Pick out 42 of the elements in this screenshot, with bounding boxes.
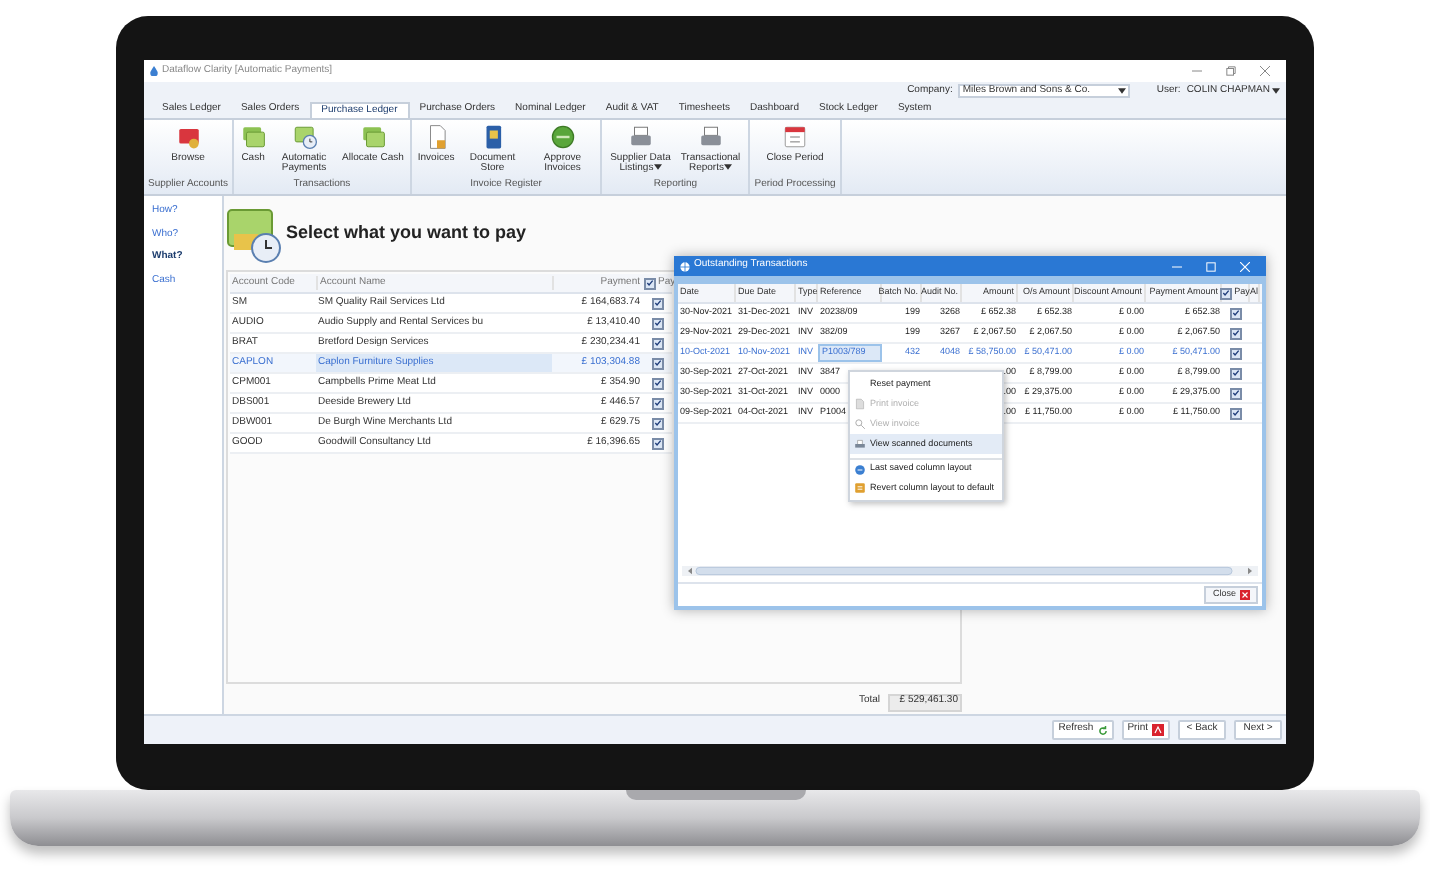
- checkbox[interactable]: [1230, 367, 1242, 379]
- document-icon: [853, 398, 865, 410]
- app-logo-icon: [150, 66, 158, 76]
- checkbox[interactable]: [651, 317, 663, 329]
- checkbox[interactable]: [1230, 307, 1242, 319]
- layout-icon: [853, 463, 865, 475]
- caret-icon: [723, 164, 732, 171]
- caret-icon: [1272, 88, 1280, 94]
- checkbox[interactable]: [651, 297, 663, 309]
- layout-icon: [853, 482, 865, 494]
- cash-clock-icon: [291, 124, 318, 150]
- refresh-icon: [1097, 725, 1108, 735]
- calendar-icon: [782, 124, 809, 150]
- checkbox[interactable]: [651, 437, 663, 449]
- checkbox[interactable]: [651, 337, 663, 349]
- close-icon: [1240, 590, 1250, 600]
- close-icon[interactable]: [1260, 66, 1270, 76]
- maximize-icon[interactable]: [1206, 261, 1216, 271]
- caret-icon: [653, 164, 662, 171]
- cash-clock-icon: [226, 203, 282, 263]
- checkbox[interactable]: [651, 377, 663, 389]
- checkbox[interactable]: [1230, 327, 1242, 339]
- checkbox[interactable]: [1230, 347, 1242, 359]
- cash-icon: [240, 124, 267, 150]
- checkbox[interactable]: [1220, 287, 1233, 299]
- checkbox[interactable]: [1230, 387, 1242, 399]
- cash-icon: [359, 124, 386, 150]
- page-heading: Select what you want to pay: [286, 219, 527, 246]
- printer-icon: [627, 124, 654, 150]
- checkbox[interactable]: [651, 397, 663, 409]
- checkbox[interactable]: [651, 417, 663, 429]
- checkbox[interactable]: [644, 277, 656, 289]
- scanner-icon: [853, 438, 865, 450]
- pdf-icon: [1152, 724, 1164, 736]
- printer-icon: [697, 124, 724, 150]
- horizontal-scrollbar[interactable]: [682, 566, 1258, 576]
- caret-icon: [1118, 88, 1127, 94]
- magnifier-icon: [853, 418, 865, 430]
- checkbox[interactable]: [1230, 407, 1242, 419]
- restore-icon[interactable]: [1226, 66, 1236, 76]
- checkbox[interactable]: [651, 357, 663, 369]
- globe-icon: [680, 261, 690, 271]
